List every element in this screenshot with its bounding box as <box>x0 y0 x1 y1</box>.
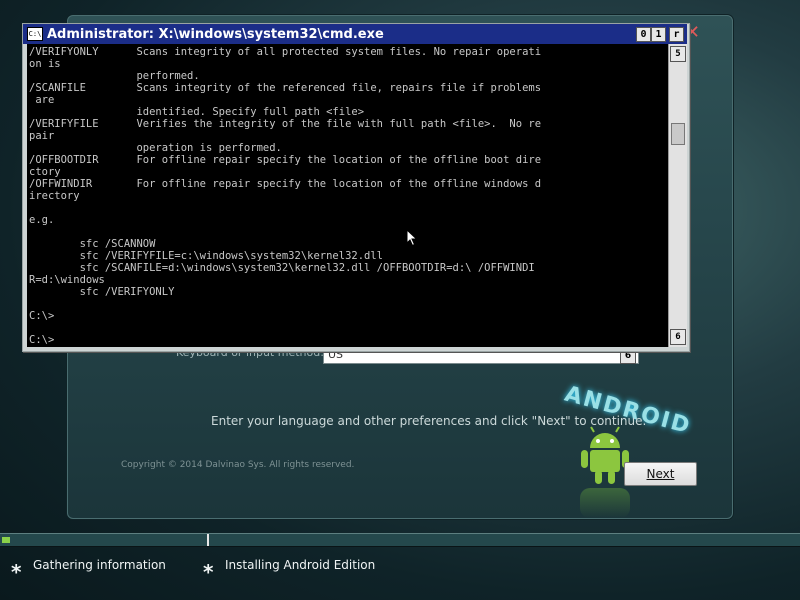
cmd-output: /VERIFYONLY Scans integrity of all prote… <box>29 46 542 346</box>
progress-divider <box>207 534 209 546</box>
step-installing-android: * Installing Android Edition <box>203 558 376 584</box>
next-button-label: Next <box>646 467 675 481</box>
progress-fill <box>2 537 10 543</box>
cmd-window[interactable]: C:\ Administrator: X:\windows\system32\c… <box>22 23 690 352</box>
scroll-up-button[interactable]: 5 <box>670 46 686 62</box>
step-label: Installing Android Edition <box>225 558 376 572</box>
step-label: Gathering information <box>33 558 166 572</box>
scroll-thumb[interactable] <box>671 123 685 145</box>
cmd-window-title: Administrator: X:\windows\system32\cmd.e… <box>47 27 384 42</box>
cmd-scrollbar[interactable]: 5 6 <box>668 44 687 347</box>
asterisk-icon: * <box>11 560 22 584</box>
android-robot-reflection <box>580 488 630 518</box>
close-button[interactable]: r <box>669 27 684 42</box>
mouse-pointer-icon <box>406 229 418 247</box>
cmd-app-icon[interactable]: C:\ <box>27 27 43 41</box>
maximize-button[interactable]: 1 <box>651 27 666 42</box>
instruction-text: Enter your language and other preference… <box>211 414 647 428</box>
step-gathering-information: * Gathering information <box>11 558 166 584</box>
cmd-console[interactable]: /VERIFYONLY Scans integrity of all prote… <box>27 44 668 347</box>
cmd-title-bar[interactable]: C:\ Administrator: X:\windows\system32\c… <box>23 24 687 44</box>
setup-progress-bar <box>0 533 800 547</box>
minimize-button[interactable]: 0 <box>636 27 651 42</box>
next-button[interactable]: Next <box>624 462 697 486</box>
asterisk-icon: * <box>203 560 214 584</box>
scroll-down-button[interactable]: 6 <box>670 329 686 345</box>
copyright-text: Copyright © 2014 Dalvinao Sys. All right… <box>121 460 355 470</box>
